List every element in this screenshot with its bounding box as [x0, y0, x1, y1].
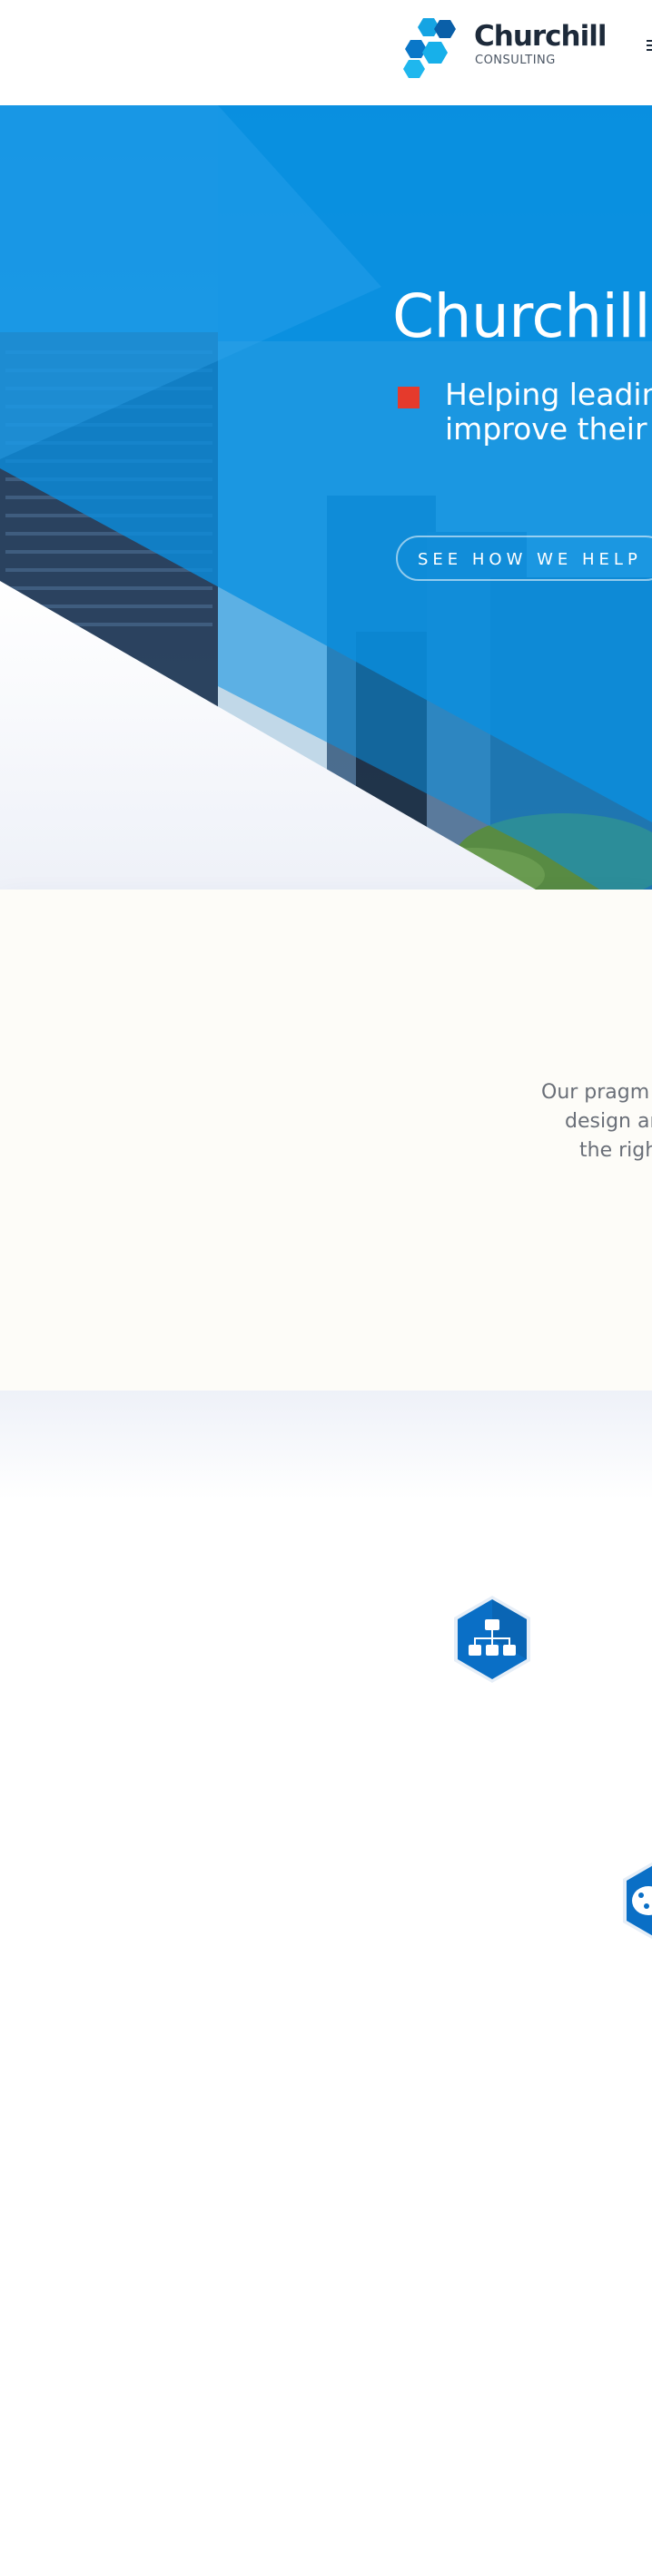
brand-name: Churchill	[474, 20, 608, 53]
section-divider-shadow	[0, 1391, 652, 1499]
cta-label: SEE HOW WE HELP	[418, 550, 642, 569]
hero-section: Churchill Helping leadin improve their S…	[0, 105, 652, 890]
red-square-bullet-icon	[398, 387, 420, 408]
logo[interactable]: Churchill CONSULTING	[403, 18, 608, 78]
intro-section: Our pragm design an the righ	[0, 890, 652, 1391]
brand-subtitle: CONSULTING	[475, 54, 556, 67]
palette-icon[interactable]	[617, 1853, 652, 1948]
intro-line-1: Our pragm	[541, 1081, 650, 1104]
see-how-we-help-button[interactable]: SEE HOW WE HELP	[396, 536, 652, 581]
intro-paragraph: Our pragm design an the righ	[541, 1078, 652, 1165]
hero-tagline: Helping leadin improve their	[445, 378, 652, 447]
site-header: Churchill CONSULTING	[0, 0, 652, 105]
hero-tagline-line-1: Helping leadin	[445, 377, 652, 412]
intro-line-2: design an	[565, 1110, 652, 1133]
org-chart-icon[interactable]	[449, 1592, 536, 1686]
hero-title: Churchill	[392, 281, 651, 351]
hexagon-logo-icon	[403, 18, 456, 78]
hamburger-icon[interactable]	[647, 40, 652, 51]
intro-line-3: the righ	[579, 1139, 652, 1162]
hero-tagline-line-2: improve their	[445, 411, 647, 447]
hero-background	[0, 105, 652, 890]
